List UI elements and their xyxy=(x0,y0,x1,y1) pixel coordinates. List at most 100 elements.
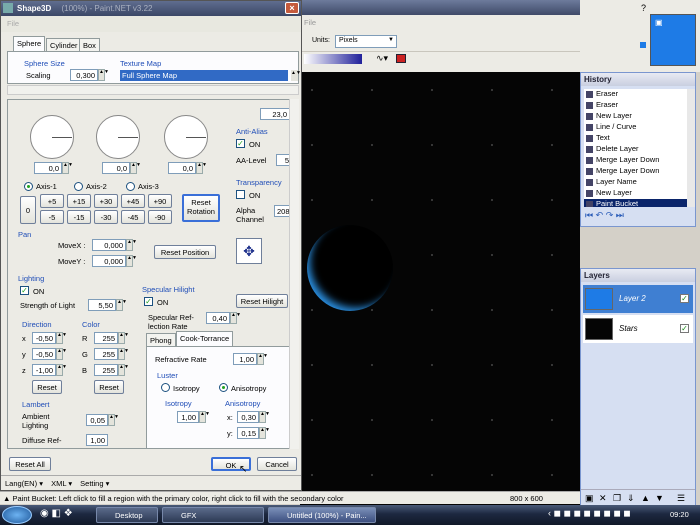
horizontal-scrollbar[interactable] xyxy=(7,85,299,95)
top-value-field[interactable]: 23,0 xyxy=(260,108,290,120)
reset-hilight-button[interactable]: Reset Hilight xyxy=(236,294,288,308)
taskbar-item-active[interactable]: Untitled (100%) - Pain... xyxy=(268,507,376,523)
color-mode-icon[interactable] xyxy=(396,54,406,63)
history-item[interactable]: Delete Layer xyxy=(584,144,687,155)
color-b-spinner[interactable]: ▲▼ xyxy=(118,364,129,376)
history-item[interactable]: Merge Layer Down xyxy=(584,155,687,166)
movex-spinner[interactable]: ▲▼ xyxy=(126,239,137,251)
add-layer-icon[interactable]: ▣ xyxy=(585,493,594,504)
gradient-swatch[interactable] xyxy=(304,54,362,64)
help-icon[interactable]: ? xyxy=(641,3,646,13)
dir-z-spinner[interactable]: ▲▼ xyxy=(56,364,67,376)
merge-layer-icon[interactable]: ⇓ xyxy=(627,493,635,504)
fast-forward-icon[interactable]: ⏭ xyxy=(616,210,624,220)
primary-color-swatch[interactable]: ▣ xyxy=(650,14,696,66)
rotate-plus-90[interactable]: +90 xyxy=(148,194,172,208)
layer-visible-checkbox[interactable]: ✓ xyxy=(680,294,689,303)
cancel-button[interactable]: Cancel xyxy=(257,457,297,471)
lighting-checkbox[interactable]: ✓ xyxy=(20,286,29,295)
redo-icon[interactable]: ↷ xyxy=(606,210,614,220)
movey-spinner[interactable]: ▲▼ xyxy=(126,255,137,267)
move-down-icon[interactable]: ▼ xyxy=(655,493,664,503)
layer-row[interactable]: Stars ✓ xyxy=(583,315,693,343)
isotropy-radio[interactable] xyxy=(161,383,170,392)
dial-3-spinner[interactable]: ▲▼ xyxy=(196,162,207,174)
history-item[interactable]: Eraser xyxy=(584,89,687,100)
ambient-spinner[interactable]: ▲▼ xyxy=(108,414,119,426)
menu-file[interactable]: File xyxy=(304,18,316,27)
rotate-zero-button[interactable]: 0 xyxy=(20,196,36,224)
layer-row[interactable]: Layer 2 ✓ xyxy=(583,285,693,313)
ambient-input[interactable]: 0,05 xyxy=(86,414,108,426)
rotate-plus-30[interactable]: +30 xyxy=(94,194,118,208)
ky-spinner[interactable]: ▲▼ xyxy=(259,427,270,439)
color-r-input[interactable]: 255 xyxy=(94,332,118,344)
taskbar-item[interactable]: GFX xyxy=(162,507,264,523)
history-item[interactable]: Eraser xyxy=(584,100,687,111)
color-g-input[interactable]: 255 xyxy=(94,348,118,360)
start-button[interactable] xyxy=(2,506,32,524)
color-b-input[interactable]: 255 xyxy=(94,364,118,376)
reflection-rate-input[interactable]: 0,40 xyxy=(206,312,230,324)
pan-move-icon[interactable]: ✥ xyxy=(236,238,262,264)
rotation-dial-3[interactable] xyxy=(164,115,208,159)
history-scrollbar[interactable] xyxy=(687,89,695,207)
setting-menu[interactable]: Setting xyxy=(80,479,103,488)
rotate-minus-30[interactable]: -30 xyxy=(94,210,118,224)
transparency-checkbox[interactable] xyxy=(236,190,245,199)
dial-1-value[interactable]: 0,0 xyxy=(34,162,62,174)
curve-icon[interactable]: ∿▾ xyxy=(376,53,388,64)
reflection-rate-spinner[interactable]: ▲▼ xyxy=(230,312,241,324)
duplicate-layer-icon[interactable]: ❐ xyxy=(613,493,621,504)
history-item[interactable]: New Layer xyxy=(584,188,687,199)
properties-icon[interactable]: ☰ xyxy=(677,493,685,504)
dial-3-value[interactable]: 0,0 xyxy=(168,162,196,174)
texture-map-selected[interactable]: Full Sphere Map xyxy=(120,70,288,81)
rotate-plus-5[interactable]: +5 xyxy=(40,194,64,208)
tab-sphere[interactable]: Sphere xyxy=(13,36,46,51)
history-item[interactable]: New Layer xyxy=(584,111,687,122)
refractive-spinner[interactable]: ▲▼ xyxy=(257,353,268,365)
rotate-minus-5[interactable]: -5 xyxy=(40,210,64,224)
history-list[interactable]: Eraser Eraser New Layer Line / Curve Tex… xyxy=(584,89,687,207)
movex-input[interactable]: 0,000 xyxy=(92,239,126,251)
dir-y-input[interactable]: -0,50 xyxy=(32,348,56,360)
scaling-spinner[interactable]: ▲▼ xyxy=(98,69,109,81)
lang-menu[interactable]: Lang(EN) xyxy=(5,479,37,488)
scaling-input[interactable]: 0,300 xyxy=(70,69,98,81)
tab-cook-torrance[interactable]: Cook-Torrance xyxy=(176,331,234,346)
axis-3-radio[interactable] xyxy=(126,182,135,191)
tab-phong[interactable]: Phong xyxy=(146,333,176,346)
dir-x-input[interactable]: -0,50 xyxy=(32,332,56,344)
undo-icon[interactable]: ↶ xyxy=(596,210,604,220)
dir-y-spinner[interactable]: ▲▼ xyxy=(56,348,67,360)
reset-all-button[interactable]: Reset All xyxy=(9,457,51,471)
history-item[interactable]: Line / Curve xyxy=(584,122,687,133)
tab-cylinder[interactable]: Cylinder xyxy=(46,38,82,51)
diffuse-input[interactable]: 1,00 xyxy=(86,434,108,446)
reset-position-button[interactable]: Reset Position xyxy=(154,245,216,259)
tab-box[interactable]: Box xyxy=(79,38,100,51)
color-r-spinner[interactable]: ▲▼ xyxy=(118,332,129,344)
kx-spinner[interactable]: ▲▼ xyxy=(259,411,270,423)
movey-input[interactable]: 0,000 xyxy=(92,255,126,267)
dir-x-spinner[interactable]: ▲▼ xyxy=(56,332,67,344)
delete-layer-icon[interactable]: ✕ xyxy=(599,493,607,504)
isotropy-spinner[interactable]: ▲▼ xyxy=(199,411,210,423)
dial-2-spinner[interactable]: ▲▼ xyxy=(130,162,141,174)
quick-launch-icons[interactable]: ◉ ◧ ❖ xyxy=(40,508,73,519)
texture-list-scroll[interactable]: ▲▼ xyxy=(291,70,301,81)
color-reset-button[interactable]: Reset xyxy=(94,380,124,394)
color-g-spinner[interactable]: ▲▼ xyxy=(118,348,129,360)
rotate-minus-15[interactable]: -15 xyxy=(67,210,91,224)
rotate-minus-45[interactable]: -45 xyxy=(121,210,145,224)
reset-rotation-button[interactable]: Reset Rotation xyxy=(182,194,220,222)
rotation-dial-2[interactable] xyxy=(96,115,140,159)
anisotropy-radio[interactable] xyxy=(219,383,228,392)
rotate-plus-15[interactable]: +15 xyxy=(67,194,91,208)
strength-spinner[interactable]: ▲▼ xyxy=(116,299,127,311)
rotate-minus-90[interactable]: -90 xyxy=(148,210,172,224)
move-up-icon[interactable]: ▲ xyxy=(641,493,650,503)
history-item[interactable]: Layer Name xyxy=(584,177,687,188)
refractive-input[interactable]: 1,00 xyxy=(233,353,257,365)
